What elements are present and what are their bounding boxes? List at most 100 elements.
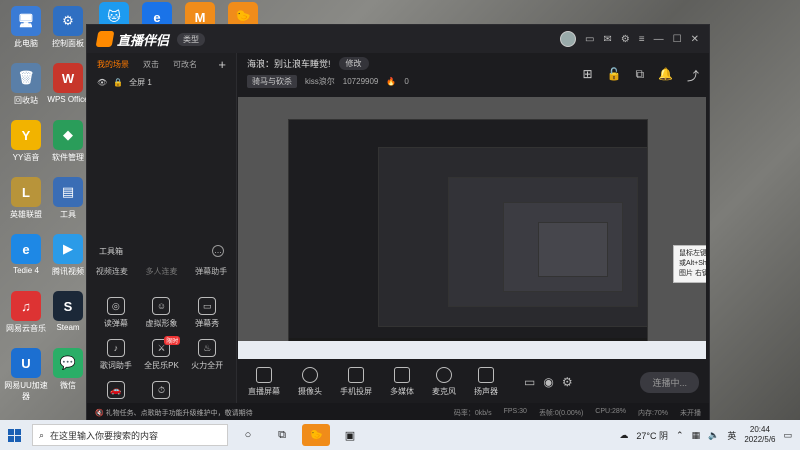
tool-item[interactable]: ⚔ 限时 全民乐PK <box>139 336 185 371</box>
record-icon[interactable]: ▭ <box>524 375 535 389</box>
maximize-icon[interactable]: ☐ <box>673 34 682 45</box>
host-name: kiss浪尔 <box>305 77 335 86</box>
task-switch-icon[interactable]: ⧉ <box>268 424 296 446</box>
category-tag[interactable]: 骑马与砍杀 <box>247 75 297 88</box>
system-tray: ☁ 27°C 阴 ⌃ ▦ 🔈 英 20:44 2022/5/6 ▭ <box>619 425 800 445</box>
copy-icon[interactable]: ⧉ <box>635 67 644 84</box>
desktop-icon[interactable]: e Tedie 4 <box>4 234 48 275</box>
beauty-icon[interactable]: ◉ <box>543 375 553 389</box>
desktop-icon[interactable]: ▤ 工具 <box>46 177 90 220</box>
button-label: 摄像头 <box>298 387 322 396</box>
desktop-icon[interactable]: 💬 微信 <box>46 348 90 391</box>
desktop-app-icon: ◆ <box>53 120 83 150</box>
clock[interactable]: 20:44 2022/5/6 <box>744 425 775 445</box>
popularity: 0 <box>404 77 409 86</box>
weather-text[interactable]: 27°C 阴 <box>636 429 668 442</box>
quick-tool[interactable]: 视频连麦 <box>96 266 128 277</box>
preview-taskbar <box>238 341 706 359</box>
search-icon: ⌕ <box>39 429 45 440</box>
tool-item[interactable]: ◎ 读弹幕 <box>93 297 139 329</box>
camera-button[interactable]: 摄像头 <box>298 367 322 397</box>
desktop-app-icon: ▤ <box>53 177 83 207</box>
desktop-icon[interactable]: Y YY语音 <box>4 120 48 163</box>
live-companion-taskbar-icon[interactable]: 🐤 <box>302 424 330 446</box>
settings-icon[interactable]: ⚙ <box>621 34 630 45</box>
tool-item[interactable]: ♨ 火力全开 <box>184 339 230 371</box>
minimize-icon[interactable]: — <box>654 34 664 45</box>
microphone-button[interactable]: 麦克风 <box>432 367 456 397</box>
button-label: 直播屏幕 <box>248 387 280 396</box>
windows-logo-icon <box>7 428 21 442</box>
other-app-taskbar-icon[interactable]: ▣ <box>336 424 364 446</box>
tool-label: 虚拟形象 <box>145 319 178 328</box>
share-icon[interactable]: ⤴ <box>687 67 699 84</box>
tool-item[interactable]: ♪ 歌词助手 <box>93 339 139 371</box>
desktop-icon-label: 网易云音乐 <box>6 324 46 333</box>
start-live-button[interactable]: 连播中... <box>640 371 699 393</box>
button-label: 手机投屏 <box>340 387 372 396</box>
desktop-icon[interactable]: U 网易UU加速器 <box>4 348 48 402</box>
mail-icon[interactable]: ✉ <box>603 34 611 45</box>
start-button[interactable] <box>0 428 28 442</box>
unlock-icon[interactable]: 🔓 <box>607 67 622 84</box>
stream-preview[interactable]: 鼠标左键拖拽，拉伸改变大小和位置，按住Alt或Alt+Shift点左键拉伸可以裁… <box>238 97 706 359</box>
version-badge[interactable]: 类型 <box>177 32 206 46</box>
close-icon[interactable]: ✕ <box>691 34 699 45</box>
settings-gear-icon[interactable]: ⚙ <box>562 375 573 389</box>
desktop-icon-label: 工具 <box>60 210 76 219</box>
tray-arrow-icon[interactable]: ⌃ <box>676 430 684 441</box>
media-button[interactable]: 多媒体 <box>390 367 414 397</box>
avatar[interactable] <box>559 31 576 47</box>
desktop-app-icon: S <box>53 291 83 321</box>
desktop-icon[interactable]: ▶ 腾讯视频 <box>46 234 90 277</box>
tab-my-scenes[interactable]: 我的场景 <box>97 59 129 70</box>
desktop-icon-label: YY语音 <box>12 153 40 162</box>
tool-item[interactable]: ▭ 弹幕秀 <box>184 297 230 329</box>
network-icon[interactable]: ▦ <box>692 430 701 441</box>
bell-icon[interactable]: 🔔 <box>658 67 673 84</box>
tool-label: 歌词助手 <box>99 361 132 370</box>
desktop-icon[interactable]: 🖥 此电脑 <box>4 6 48 49</box>
app-name: 直播伴侣 <box>117 32 170 48</box>
menu-icon[interactable]: ≡ <box>639 34 645 45</box>
desktop-icon[interactable]: ◆ 软件管理 <box>46 120 90 163</box>
desktop-icon[interactable]: W WPS Office <box>46 63 90 104</box>
desktop-app-icon: U <box>11 348 41 378</box>
ime-indicator[interactable]: 英 <box>727 429 736 442</box>
message-icon[interactable]: ▭ <box>585 34 594 45</box>
screen-capture-button[interactable]: 直播屏幕 <box>248 367 280 397</box>
speaker-button[interactable]: 扬声器 <box>474 367 498 397</box>
desktop-icon-label: 英雄联盟 <box>10 210 42 219</box>
quick-tool[interactable]: 多人连麦 <box>145 266 177 277</box>
desktop-icon[interactable]: S Steam <box>46 291 90 332</box>
live-state: 未开播 <box>680 410 701 417</box>
tab-rename[interactable]: 可改名 <box>173 59 197 70</box>
lock-icon[interactable]: 🔒 <box>113 78 123 87</box>
tool-item[interactable]: ☺ 虚拟形象 <box>139 297 185 329</box>
phone-cast-button[interactable]: 手机投屏 <box>340 367 372 397</box>
scene-item[interactable]: 👁 🔒 全屏 1 <box>87 75 236 90</box>
button-label: 扬声器 <box>474 387 498 396</box>
layout-icon[interactable]: ⊞ <box>582 67 592 84</box>
desktop-icon[interactable]: ⚙ 控制面板 <box>46 6 90 49</box>
more-tools-icon[interactable]: … <box>212 245 224 257</box>
volume-icon[interactable]: 🔈 <box>708 430 719 441</box>
eye-icon[interactable]: 👁 <box>97 78 107 87</box>
tab-double-click[interactable]: 双击 <box>143 59 159 70</box>
nested-preview-5 <box>538 222 608 277</box>
task-view-icon[interactable]: ○ <box>234 424 262 446</box>
search-placeholder: 在这里输入你要搜索的内容 <box>50 430 159 441</box>
edit-title-button[interactable]: 修改 <box>338 57 369 70</box>
desktop-icon-label: 腾讯视频 <box>52 267 84 276</box>
desktop-icon[interactable]: L 英雄联盟 <box>4 177 48 220</box>
desktop-app-icon: ⚙ <box>53 6 83 36</box>
desktop-icon[interactable]: ♫ 网易云音乐 <box>4 291 48 334</box>
tool-icon: ◎ <box>106 297 125 315</box>
weather-icon: ☁ <box>619 429 629 440</box>
add-scene-icon[interactable]: + <box>218 57 226 72</box>
notification-icon[interactable]: ▭ <box>783 430 792 441</box>
quick-tool[interactable]: 弹幕助手 <box>195 266 227 277</box>
desktop-icon[interactable]: 🗑 回收站 <box>4 63 48 106</box>
toolbox-title: 工具箱 <box>99 246 123 256</box>
taskbar-search[interactable]: ⌕ 在这里输入你要搜索的内容 <box>32 424 228 446</box>
